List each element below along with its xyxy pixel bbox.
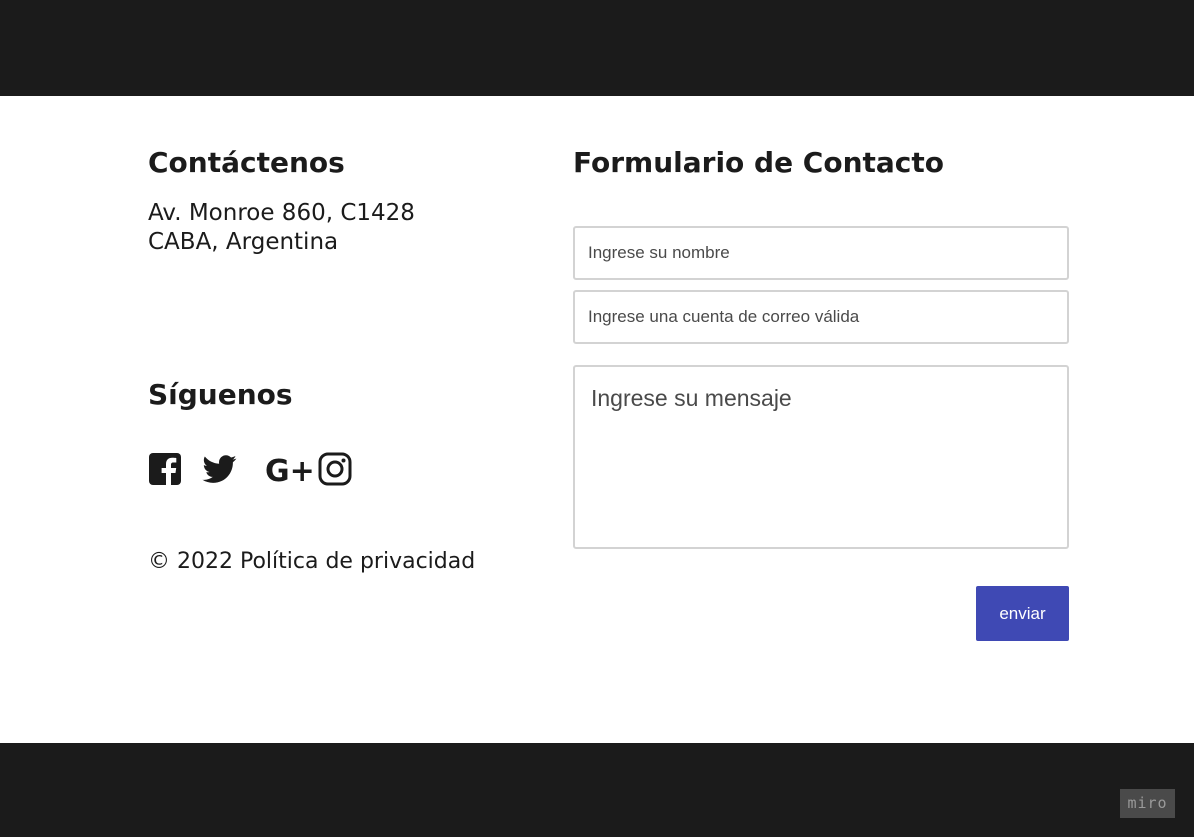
name-input[interactable]	[573, 226, 1069, 280]
form-heading: Formulario de Contacto	[573, 146, 945, 179]
miro-badge: miro	[1120, 789, 1175, 818]
email-input[interactable]	[573, 290, 1069, 344]
google-plus-icon[interactable]: G+	[265, 452, 315, 486]
contact-heading: Contáctenos	[148, 146, 345, 179]
send-button[interactable]: enviar	[976, 586, 1069, 641]
address-line-1: Av. Monroe 860, C1428	[148, 200, 415, 226]
google-plus-label: G+	[265, 454, 315, 486]
bottom-bar	[0, 743, 1194, 837]
copyright-text: © 2022 Política de privacidad	[148, 549, 476, 574]
top-bar	[0, 0, 1194, 96]
follow-heading: Síguenos	[148, 378, 293, 411]
address-line-2: CABA, Argentina	[148, 229, 339, 255]
twitter-icon[interactable]	[201, 452, 239, 486]
address: Av. Monroe 860, C1428 CABA, Argentina	[148, 199, 415, 257]
instagram-icon[interactable]	[318, 452, 352, 486]
message-textarea[interactable]	[573, 365, 1069, 549]
facebook-icon[interactable]	[148, 452, 182, 486]
